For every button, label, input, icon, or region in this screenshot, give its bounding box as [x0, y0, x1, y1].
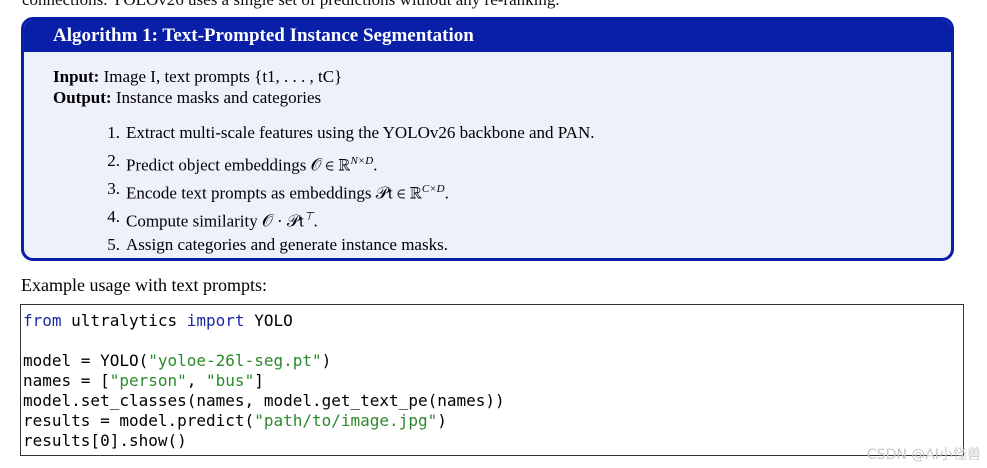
code-text: YOLO — [244, 311, 293, 330]
code-string: "person" — [109, 371, 187, 390]
code-string: "bus" — [206, 371, 255, 390]
step-text: Predict object embeddings 𝒪 ∈ ℝ — [126, 155, 351, 175]
code-text: ] — [254, 371, 264, 390]
code-text: names = [ — [23, 371, 110, 390]
step-text: Extract multi-scale features using the Y… — [126, 123, 595, 142]
step-number: 4. — [107, 207, 120, 226]
step-number: 3. — [107, 179, 120, 198]
input-text: Image I, text prompts {t1, . . . , tC} — [103, 67, 343, 86]
algorithm-step: 5. Assign categories and generate instan… — [53, 231, 951, 258]
algorithm-steps: 1. Extract multi-scale features using th… — [53, 119, 951, 258]
step-superscript: ⊤ — [303, 211, 314, 223]
code-text: ) — [321, 351, 332, 370]
output-line: Output: Instance masks and categories — [53, 87, 951, 108]
top-cut-text: connections. YOLOv26 uses a single set o… — [22, 0, 560, 10]
code-text: results = model.predict( — [23, 411, 255, 430]
algorithm-box: Algorithm 1: Text-Prompted Instance Segm… — [21, 17, 954, 261]
code-text: ultralytics — [61, 311, 187, 330]
step-number: 5. — [107, 235, 120, 254]
code-line: results = model.predict("path/to/image.j… — [23, 411, 963, 431]
step-tail: . — [444, 183, 449, 203]
step-text: Assign categories and generate instance … — [126, 235, 448, 254]
code-keyword: import — [186, 311, 245, 330]
input-line: Input: Image I, text prompts {t1, . . . … — [53, 66, 951, 87]
code-block: from ultralytics import YOLO model = YOL… — [20, 304, 964, 456]
code-line: from ultralytics import YOLO — [23, 311, 963, 331]
algorithm-body: Input: Image I, text prompts {t1, . . . … — [24, 52, 951, 258]
algorithm-step: 3. Encode text prompts as embeddings 𝒫t … — [53, 175, 951, 203]
watermark: CSDN @AI小怪兽 — [866, 447, 981, 463]
code-string: "path/to/image.jpg" — [254, 411, 438, 430]
code-line: results[0].show() — [23, 431, 187, 450]
code-keyword: from — [23, 311, 62, 330]
step-number: 1. — [107, 123, 120, 142]
code-text: model = YOLO( — [23, 351, 149, 370]
step-tail: . — [373, 155, 378, 175]
step-superscript: C×D — [421, 183, 445, 195]
code-line: names = ["person", "bus"] — [23, 371, 963, 391]
input-label: Input: — [53, 67, 100, 86]
algorithm-step: 4. Compute similarity 𝒪 · 𝒫t⊤. — [53, 203, 951, 231]
output-label: Output: — [53, 88, 112, 107]
code-string: "yoloe-26l-seg.pt" — [148, 351, 322, 370]
step-superscript: N×D — [350, 155, 374, 167]
step-text: Compute similarity 𝒪 · 𝒫t — [126, 211, 304, 231]
algorithm-step: 2. Predict object embeddings 𝒪 ∈ ℝN×D. — [53, 147, 951, 175]
step-tail: . — [313, 211, 318, 231]
code-text: , — [186, 371, 207, 390]
algorithm-step: 1. Extract multi-scale features using th… — [53, 119, 951, 147]
code-line: model = YOLO("yoloe-26l-seg.pt") — [23, 351, 963, 371]
algorithm-title: Algorithm 1: Text-Prompted Instance Segm… — [24, 20, 951, 52]
code-text: ) — [437, 411, 447, 430]
example-heading: Example usage with text prompts: — [21, 275, 267, 295]
step-text: Encode text prompts as embeddings 𝒫t ∈ ℝ — [126, 183, 422, 203]
code-line: model.set_classes(names, model.get_text_… — [23, 391, 505, 410]
step-number: 2. — [107, 151, 120, 170]
output-text: Instance masks and categories — [115, 88, 322, 107]
